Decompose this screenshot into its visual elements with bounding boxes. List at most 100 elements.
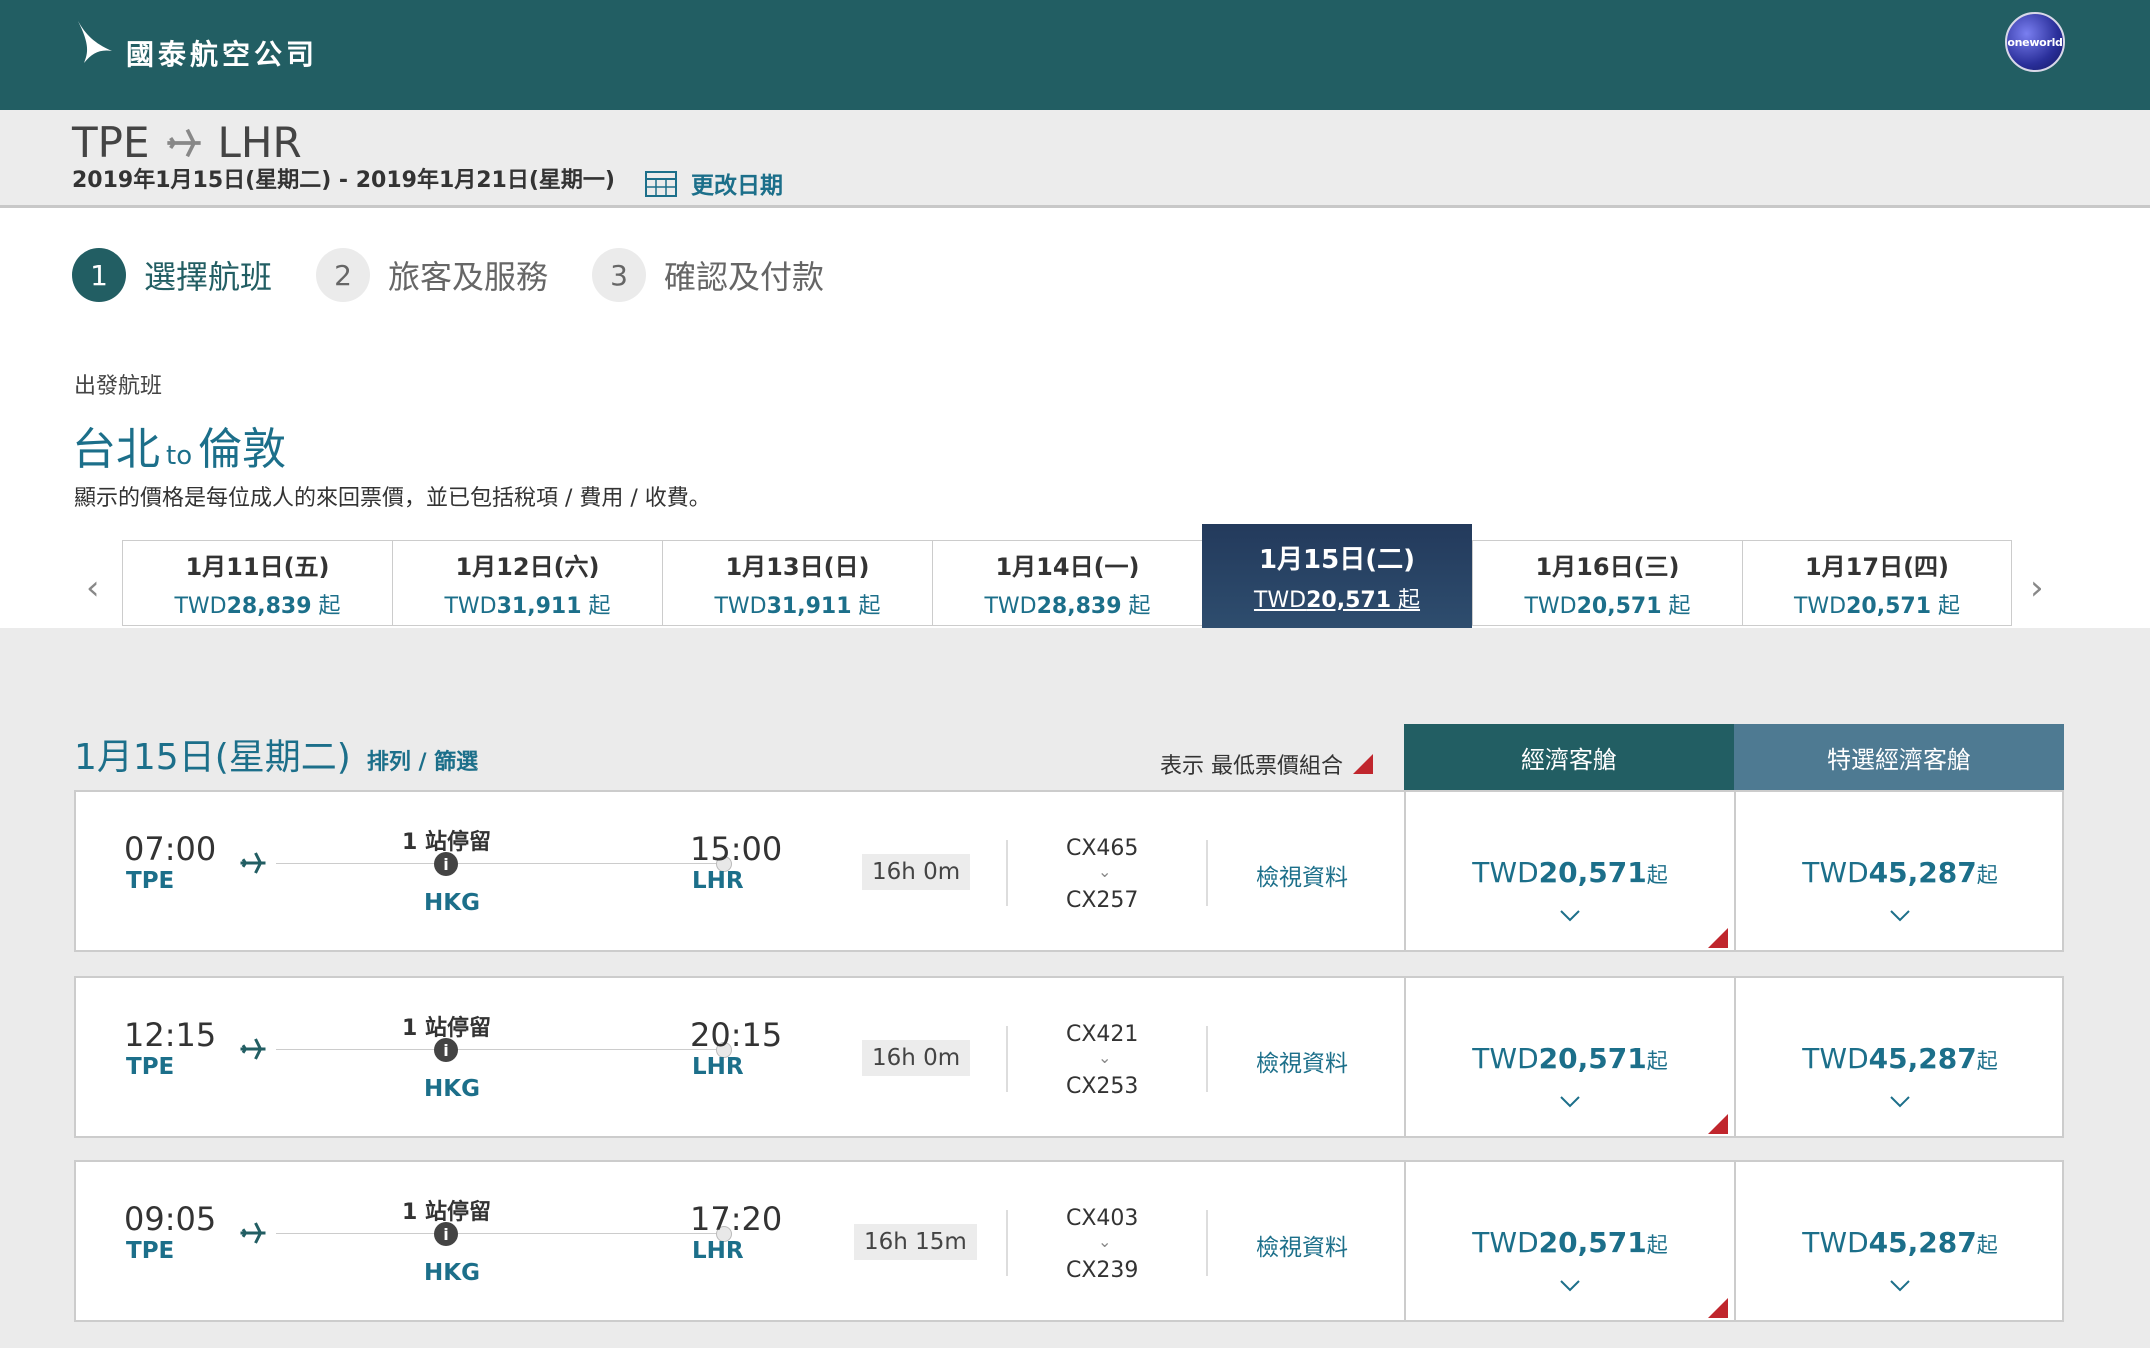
- section-label: 出發航班: [74, 374, 163, 399]
- date-option-price: TWD31,911 起: [444, 593, 611, 619]
- divider: [1006, 1026, 1008, 1092]
- chevron-down-icon[interactable]: [1406, 1094, 1734, 1113]
- step-select-flight: 1 選擇航班: [72, 248, 272, 302]
- date-option[interactable]: 1月17日(四) TWD20,571 起: [1742, 540, 2012, 626]
- flight-number: CX253: [1066, 1074, 1139, 1099]
- arrival-time: 20:15: [690, 1016, 783, 1054]
- lowest-fare-marker-icon: [1353, 754, 1373, 774]
- chevron-down-icon[interactable]: [1736, 908, 2064, 927]
- economy-fare: TWD20,571起: [1472, 1042, 1668, 1075]
- lowest-fare-legend: 表示 最低票價組合: [1160, 748, 1373, 780]
- premium-economy-fare-cell[interactable]: TWD45,287起: [1734, 790, 2064, 952]
- cabin-economy-header: 經濟客艙: [1404, 724, 1734, 790]
- chevron-down-icon[interactable]: [1736, 1094, 2064, 1113]
- route-line: [276, 1049, 724, 1050]
- economy-fare-cell[interactable]: TWD20,571起: [1404, 1160, 1734, 1322]
- results-date: 1月15日(星期二): [74, 737, 351, 778]
- date-option-price: TWD28,839 起: [984, 593, 1151, 619]
- date-option[interactable]: 1月11日(五) TWD28,839 起: [122, 540, 392, 626]
- header-bar: 國泰航空公司 oneworld: [0, 0, 2150, 110]
- sort-filter-link[interactable]: 排列 / 篩選: [367, 744, 478, 776]
- step-number: 3: [592, 248, 647, 302]
- info-icon[interactable]: i: [434, 1038, 458, 1062]
- economy-fare-cell[interactable]: TWD20,571起: [1404, 790, 1734, 952]
- flight-row[interactable]: 12:15 TPE 1 站停留 i HKG 20:15 LHR 16h 0m C…: [74, 976, 2064, 1138]
- calendar-icon: [645, 171, 677, 197]
- brushwing-logo-icon: [78, 21, 112, 63]
- date-strip: 1月11日(五) TWD28,839 起 1月12日(六) TWD31,911 …: [122, 524, 2012, 628]
- date-option[interactable]: 1月12日(六) TWD31,911 起: [392, 540, 662, 626]
- premium-economy-fare: TWD45,287起: [1802, 856, 1998, 889]
- arrival-airport: LHR: [692, 868, 744, 894]
- date-option-date: 1月16日(三): [1535, 552, 1680, 581]
- premium-economy-fare-cell[interactable]: TWD45,287起: [1734, 976, 2064, 1138]
- stopover-airport: HKG: [424, 890, 480, 916]
- departure-airport: TPE: [126, 868, 175, 894]
- chevron-down-icon[interactable]: [1736, 1278, 2064, 1297]
- chevron-down-icon[interactable]: [1406, 908, 1734, 927]
- prev-dates-arrow[interactable]: ‹: [86, 568, 100, 608]
- chevron-down-icon: ⌄: [1098, 1232, 1112, 1251]
- stopover-airport: HKG: [424, 1260, 480, 1286]
- flight-number: CX421: [1066, 1022, 1139, 1047]
- step-label: 旅客及服務: [388, 258, 549, 296]
- step-confirm-pay: 3 確認及付款: [592, 248, 824, 302]
- to-word: to: [166, 441, 193, 471]
- step-label: 選擇航班: [144, 258, 273, 296]
- next-dates-arrow[interactable]: ›: [2030, 568, 2044, 608]
- progress-steps: 1 選擇航班 2 旅客及服務 3 確認及付款: [72, 248, 868, 302]
- duration-badge: 16h 15m: [854, 1224, 977, 1260]
- divider: [1006, 1210, 1008, 1276]
- arrival-time: 15:00: [690, 830, 783, 868]
- price-note: 顯示的價格是每位成人的來回票價，並已包括稅項 / 費用 / 收費。: [74, 486, 711, 511]
- date-option-price: TWD31,911 起: [714, 593, 881, 619]
- divider: [1206, 840, 1208, 906]
- plane-icon: [240, 1038, 266, 1060]
- date-option-selected[interactable]: 1月15日(二) TWD20,571 起: [1202, 524, 1472, 628]
- view-details-link[interactable]: 檢視資料: [1256, 858, 1348, 892]
- flight-number: CX403: [1066, 1206, 1139, 1231]
- brand-logo[interactable]: 國泰航空公司: [72, 10, 318, 80]
- info-icon[interactable]: i: [434, 852, 458, 876]
- departure-airport: TPE: [126, 1054, 175, 1080]
- date-option[interactable]: 1月13日(日) TWD31,911 起: [662, 540, 932, 626]
- plane-icon: [240, 1222, 266, 1244]
- premium-economy-fare-cell[interactable]: TWD45,287起: [1734, 1160, 2064, 1322]
- route-line: [276, 1233, 724, 1234]
- flight-number: CX257: [1066, 888, 1139, 913]
- brand-name: 國泰航空公司: [126, 38, 319, 71]
- chevron-down-icon[interactable]: [1406, 1278, 1734, 1297]
- step-passengers: 2 旅客及服務: [316, 248, 548, 302]
- date-option-price: TWD20,571 起: [1793, 593, 1961, 619]
- date-option-date: 1月11日(五): [185, 552, 330, 581]
- premium-economy-fare: TWD45,287起: [1802, 1042, 1998, 1075]
- date-option[interactable]: 1月16日(三) TWD20,571 起: [1472, 540, 1742, 626]
- divider: [1206, 1026, 1208, 1092]
- info-icon[interactable]: i: [434, 1222, 458, 1246]
- date-option-date: 1月14日(一): [995, 552, 1140, 581]
- results-header: 1月15日(星期二) 排列 / 篩選: [74, 728, 478, 780]
- flight-row[interactable]: 07:00 TPE 1 站停留 i HKG 15:00 LHR 16h 0m C…: [74, 790, 2064, 952]
- origin-code: TPE: [72, 118, 150, 167]
- economy-fare-cell[interactable]: TWD20,571起: [1404, 976, 1734, 1138]
- trip-dates: 2019年1月15日(星期二) - 2019年1月21日(星期一): [72, 168, 615, 193]
- view-details-link[interactable]: 檢視資料: [1256, 1228, 1348, 1262]
- step-label: 確認及付款: [664, 258, 825, 296]
- flight-number: CX239: [1066, 1258, 1139, 1283]
- flight-number: CX465: [1066, 836, 1139, 861]
- departure-time: 07:00: [124, 830, 217, 868]
- flight-row[interactable]: 09:05 TPE 1 站停留 i HKG 17:20 LHR 16h 15m …: [74, 1160, 2064, 1322]
- from-city: 台北: [72, 424, 160, 475]
- change-date-link[interactable]: 更改日期: [645, 166, 783, 200]
- departure-airport: TPE: [126, 1238, 175, 1264]
- route-line: [276, 863, 724, 864]
- date-option-date: 1月12日(六): [455, 552, 600, 581]
- view-details-link[interactable]: 檢視資料: [1256, 1044, 1348, 1078]
- date-option[interactable]: 1月14日(一) TWD28,839 起: [932, 540, 1202, 626]
- duration-badge: 16h 0m: [862, 854, 971, 890]
- change-date-label: 更改日期: [691, 173, 783, 199]
- section-title: 台北 to 倫敦: [72, 413, 286, 477]
- economy-fare: TWD20,571起: [1472, 856, 1668, 889]
- plane-icon: [240, 852, 266, 874]
- lowest-fare-marker-icon: [1708, 1114, 1728, 1134]
